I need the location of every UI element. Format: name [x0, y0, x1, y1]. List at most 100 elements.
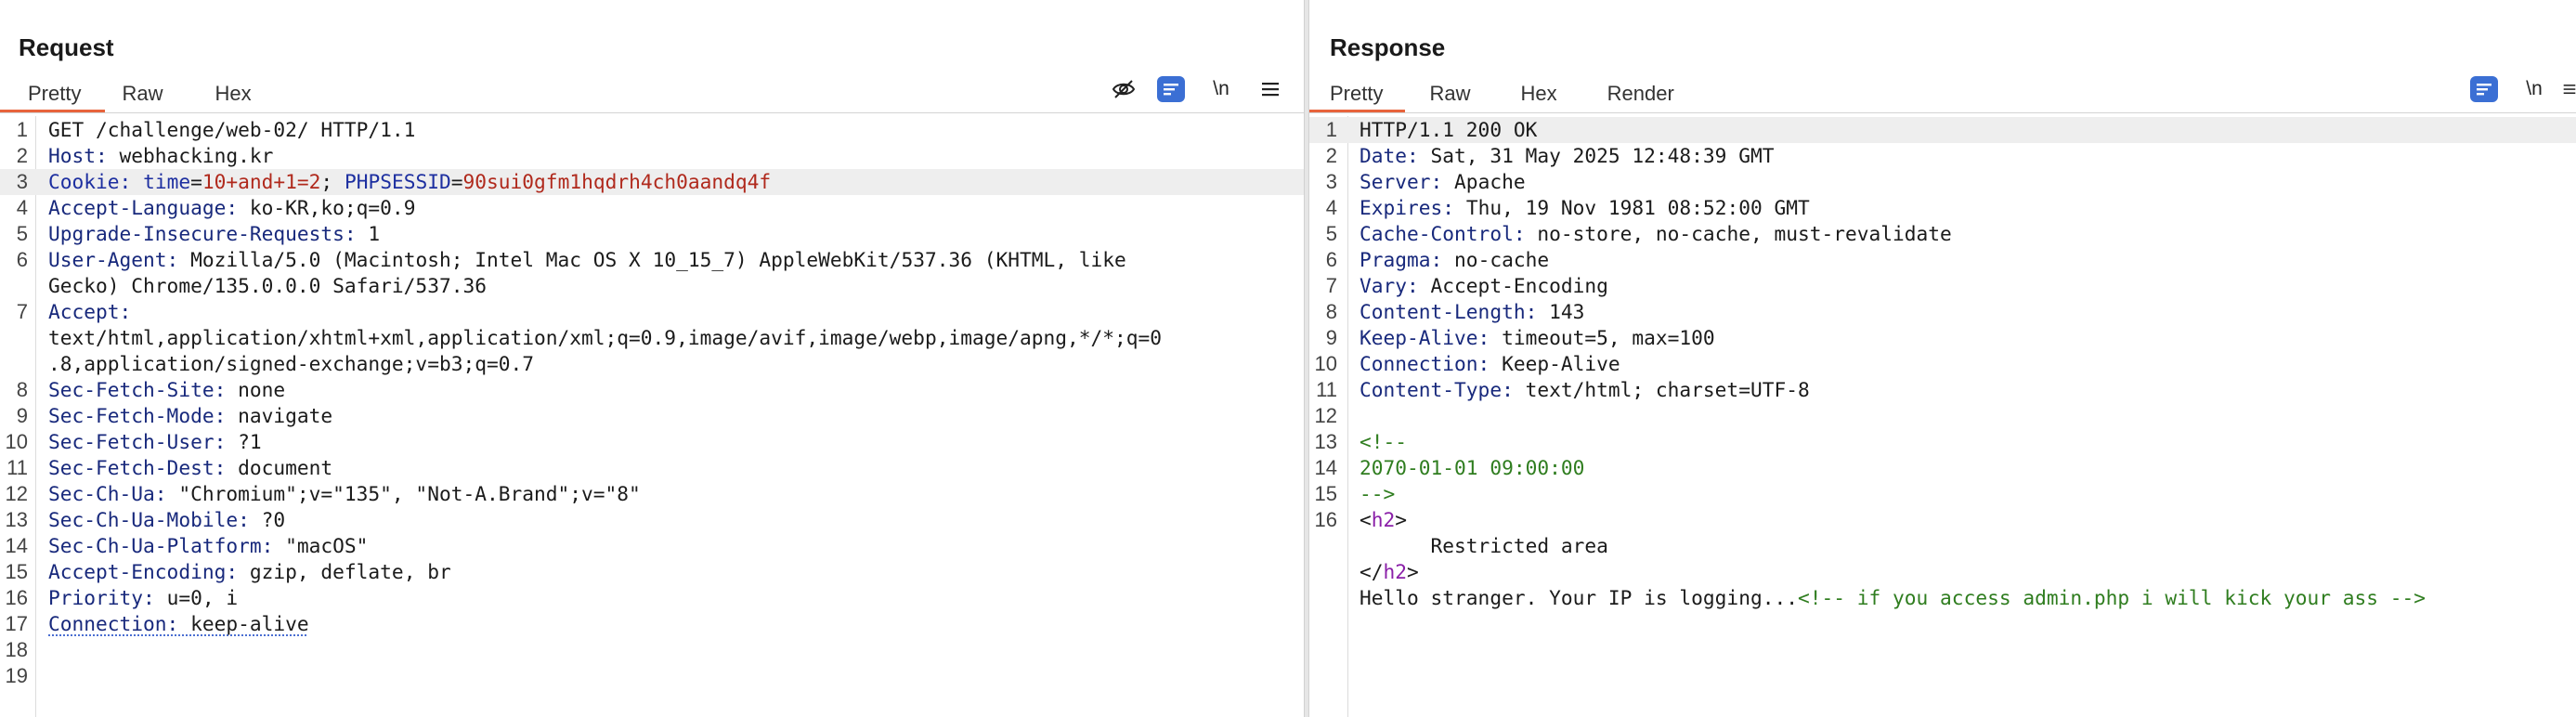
menu-icon[interactable] [1259, 76, 1281, 102]
code-text: Cache-Control: no-store, no-cache, must-… [1360, 221, 2576, 247]
code-text: Sec-Ch-Ua-Mobile: ?0 [48, 507, 1304, 533]
response-tabs: Pretty Raw Hex Render [1309, 74, 1697, 113]
line-number: 15 [5, 560, 28, 583]
code-text: Sec-Fetch-Dest: document [48, 455, 1304, 481]
response-code: 1 HTTP/1.1 200 OK 2 Date: Sat, 31 May 2025 … [1309, 117, 2576, 611]
response-line: 4 Expires: Thu, 19 Nov 1981 08:52:00 GMT [1309, 195, 2576, 221]
code-token: <!-- if you access admin.php i will kick… [1797, 586, 2426, 609]
code-token: > [1395, 508, 1408, 531]
wrap-toggle-icon[interactable] [2470, 76, 2498, 102]
request-line: 10 Sec-Fetch-User: ?1 [0, 429, 1304, 455]
response-line: 7 Vary: Accept-Encoding [1309, 273, 2576, 299]
wrap-toggle-icon[interactable] [1157, 76, 1185, 102]
code-text: text/html,application/xhtml+xml,applicat… [48, 325, 1304, 351]
request-line: 4 Accept-Language: ko-KR,ko;q=0.9 [0, 195, 1304, 221]
code-token: Cookie: [48, 170, 132, 193]
request-line: 15 Accept-Encoding: gzip, deflate, br [0, 559, 1304, 585]
code-text: .8,application/signed-exchange;v=b3;q=0.… [48, 351, 1304, 377]
code-text: <h2> [1360, 507, 2576, 533]
code-token: timeout=5, max=100 [1490, 326, 1715, 349]
code-token: Sec-Fetch-Mode: [48, 404, 227, 427]
request-line: 16 Priority: u=0, i [0, 585, 1304, 611]
request-line: 7 Accept: [0, 299, 1304, 325]
code-token: ?1 [226, 430, 262, 453]
request-line: text/html,application/xhtml+xml,applicat… [0, 325, 1304, 351]
response-line: 10 Connection: Keep-Alive [1309, 351, 2576, 377]
line-number: 9 [1325, 326, 1337, 349]
code-text: HTTP/1.1 200 OK [1360, 117, 2576, 143]
code-token: Thu, 19 Nov 1981 08:52:00 GMT [1454, 196, 1810, 219]
code-token: ; [320, 170, 345, 193]
newline-toggle[interactable]: \n [1209, 76, 1233, 102]
code-token: Sec-Ch-Ua-Mobile: [48, 508, 250, 531]
code-token: Sat, 31 May 2025 12:48:39 GMT [1418, 144, 1775, 167]
code-token: Apache [1442, 170, 1526, 193]
code-text: Content-Type: text/html; charset=UTF-8 [1360, 377, 2576, 403]
code-token: = [450, 170, 463, 193]
code-token: Mozilla/5.0 (Macintosh; Intel Mac OS X 1… [178, 248, 1126, 271]
response-tabbar-divider [1309, 112, 2576, 113]
eye-off-icon[interactable] [1111, 76, 1137, 102]
line-number: 13 [1314, 430, 1337, 453]
response-pane: Response Pretty Raw Hex Render \n 1 HTTP/… [1309, 0, 2576, 717]
newline-toggle[interactable]: \n [2522, 76, 2546, 102]
menu-icon[interactable] [2563, 76, 2576, 102]
code-token: .8,application/signed-exchange;v=b3;q=0.… [48, 352, 534, 375]
code-token: Content-Length: [1360, 300, 1538, 323]
code-token: ko-KR,ko;q=0.9 [238, 196, 416, 219]
response-line: 12 [1309, 403, 2576, 429]
code-token: Accept-Encoding [1418, 274, 1608, 297]
code-token: > [1407, 560, 1419, 583]
code-token: Hello stranger. Your IP is logging... [1360, 586, 1798, 609]
code-text: Sec-Fetch-User: ?1 [48, 429, 1304, 455]
code-token: Accept-Language: [48, 196, 239, 219]
code-token: no-cache [1442, 248, 1550, 271]
response-tab-pretty[interactable]: Pretty [1309, 74, 1406, 113]
code-token: Host: [48, 144, 108, 167]
line-number: 14 [5, 534, 28, 557]
code-text: Cookie: time=10+and+1=2; PHPSESSID=90sui… [48, 169, 1304, 195]
line-number: 7 [16, 300, 28, 323]
code-token: Accept-Encoding: [48, 560, 239, 583]
request-tab-raw[interactable]: Raw [105, 74, 183, 113]
code-token: Connection: [48, 612, 179, 635]
line-number: 16 [1314, 508, 1337, 531]
code-token: HTTP/1.1 200 OK [1360, 118, 1538, 141]
code-text: Sec-Fetch-Mode: navigate [48, 403, 1304, 429]
line-number: 5 [16, 222, 28, 245]
line-number: 2 [16, 144, 28, 167]
response-line: 5 Cache-Control: no-store, no-cache, must… [1309, 221, 2576, 247]
request-line: 6 User-Agent: Mozilla/5.0 (Macintosh; Int… [0, 247, 1304, 273]
code-text: Connection: Keep-Alive [1360, 351, 2576, 377]
line-number: 2 [1325, 144, 1337, 167]
line-number: 8 [16, 378, 28, 401]
line-number: 18 [5, 638, 28, 661]
response-title: Response [1330, 33, 1446, 61]
code-token: keep-alive [178, 612, 309, 635]
code-token: no-store, no-cache, must-revalidate [1525, 222, 1952, 245]
code-text: User-Agent: Mozilla/5.0 (Macintosh; Inte… [48, 247, 1304, 273]
line-number: 6 [16, 248, 28, 271]
request-line: Gecko) Chrome/135.0.0.0 Safari/537.36 [0, 273, 1304, 299]
response-line: Hello stranger. Your IP is logging...<!-… [1309, 585, 2576, 611]
response-line: Restricted area [1309, 533, 2576, 559]
request-pane: Request Pretty Raw Hex \n 1 GET /challeng… [0, 0, 1304, 717]
code-token: 10+and+1=2 [202, 170, 321, 193]
code-token: Sec-Ch-Ua: [48, 482, 167, 505]
code-text: Accept-Language: ko-KR,ko;q=0.9 [48, 195, 1304, 221]
request-line: 12 Sec-Ch-Ua: "Chromium";v="135", "Not-A.… [0, 481, 1304, 507]
code-token: Content-Type: [1360, 378, 1514, 401]
code-token: u=0, i [154, 586, 239, 609]
response-tab-render[interactable]: Render [1580, 74, 1697, 113]
code-token: Server: [1360, 170, 1443, 193]
code-text: Pragma: no-cache [1360, 247, 2576, 273]
request-line: 8 Sec-Fetch-Site: none [0, 377, 1304, 403]
request-tab-hex[interactable]: Hex [183, 74, 273, 113]
response-tab-raw[interactable]: Raw [1405, 74, 1490, 113]
request-tab-pretty[interactable]: Pretty [0, 74, 106, 113]
response-tab-hex[interactable]: Hex [1490, 74, 1579, 113]
request-editor[interactable]: 1 GET /challenge/web-02/ HTTP/1.1 2 Host: w… [0, 116, 1304, 717]
response-editor[interactable]: 1 HTTP/1.1 200 OK 2 Date: Sat, 31 May 2025 … [1309, 116, 2576, 717]
line-number: 4 [16, 196, 28, 219]
request-line: 14 Sec-Ch-Ua-Platform: "macOS" [0, 533, 1304, 559]
